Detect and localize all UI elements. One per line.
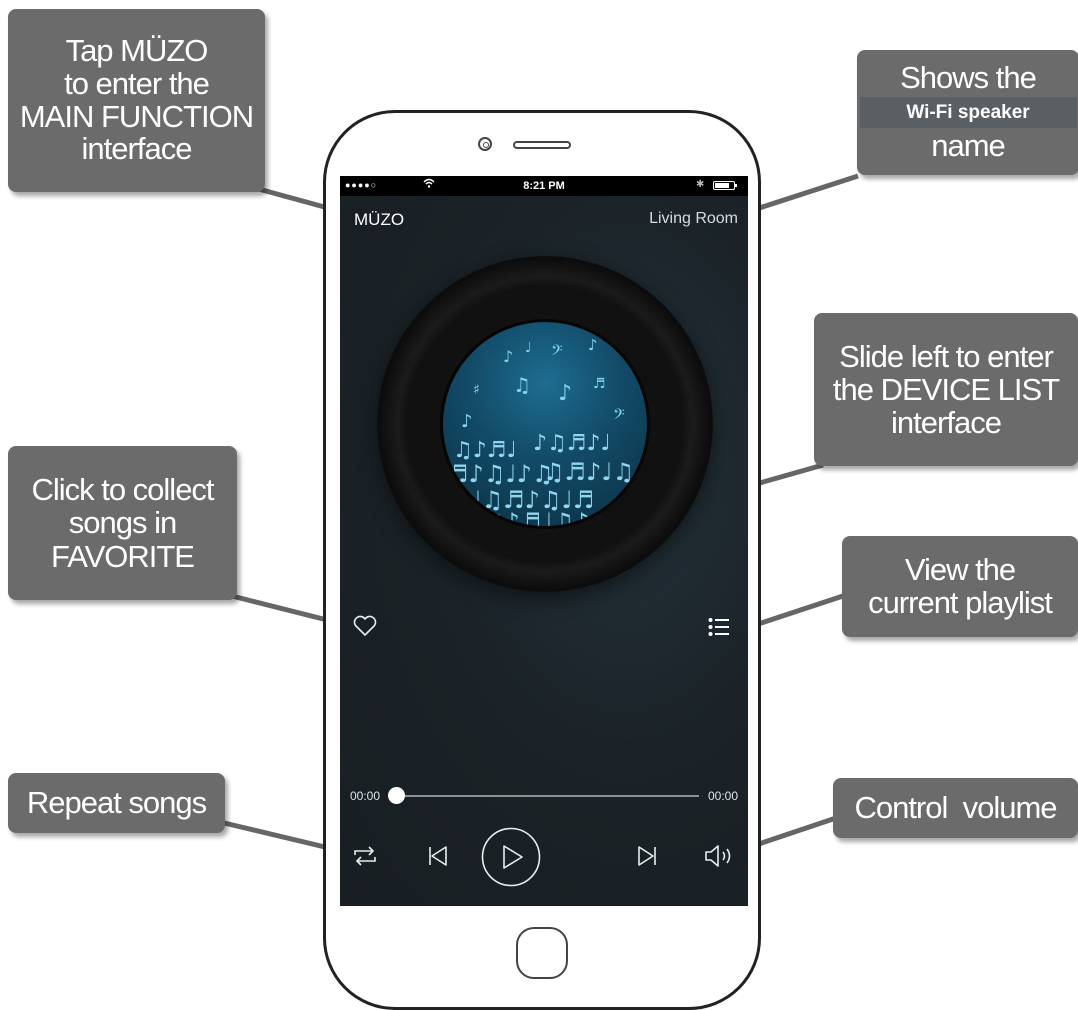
progress-slider[interactable] xyxy=(396,795,699,797)
svg-text:♪: ♪ xyxy=(503,347,513,366)
svg-text:♬: ♬ xyxy=(593,376,606,392)
repeat-icon[interactable] xyxy=(352,844,378,868)
elapsed-time: 00:00 xyxy=(350,789,381,803)
callout-line: Click to collect xyxy=(31,472,214,508)
muzo-menu-button[interactable]: MÜZO xyxy=(354,210,404,230)
album-art-music-notes: ♪ ♩ 𝄢 ♪ ♯ ♫ ♪ ♬ ♪ 𝄢 ♫♪♬♩ ♪♫♬♪♩ ♬♪♫♩♪♫ ♫♬… xyxy=(440,319,650,529)
status-time: 8:21 PM xyxy=(523,180,565,192)
svg-text:♪: ♪ xyxy=(558,381,572,406)
callout-highlight: Wi-Fi speaker xyxy=(859,96,1077,129)
svg-text:♫: ♫ xyxy=(513,373,531,397)
callout-line: to enter the xyxy=(64,65,210,101)
total-time: 00:00 xyxy=(707,789,738,803)
callout-volume: Control volume xyxy=(833,778,1078,838)
progress-thumb[interactable] xyxy=(388,787,405,804)
bluetooth-icon: ✱ xyxy=(696,179,705,190)
callout-line: current playlist xyxy=(868,584,1053,620)
vinyl-record-artwork[interactable]: ♪ ♩ 𝄢 ♪ ♯ ♫ ♪ ♬ ♪ 𝄢 ♫♪♬♩ ♪♫♬♪♩ ♬♪♫♩♪♫ ♫♬… xyxy=(377,256,713,592)
heart-icon[interactable] xyxy=(352,613,378,639)
callout-playlist: View the current playlist xyxy=(842,536,1078,637)
svg-text:♯: ♯ xyxy=(473,382,480,398)
callout-line: Control volume xyxy=(854,790,1057,825)
callout-repeat: Repeat songs xyxy=(8,773,225,833)
phone-screen: ●●●●○ 8:21 PM ✱ MÜZO Living Room ♪ ♩ 𝄢 ♪… xyxy=(340,176,748,906)
home-button[interactable] xyxy=(516,927,568,979)
callout-speaker-name: Shows the Wi-Fi speaker name xyxy=(857,50,1078,175)
earpiece xyxy=(513,141,571,149)
speaker-name-label[interactable]: Living Room xyxy=(649,210,738,228)
svg-text:𝄢: 𝄢 xyxy=(551,342,563,363)
callout-favorite: Click to collect songs in FAVORITE xyxy=(8,446,237,600)
callout-line: name xyxy=(931,128,1006,164)
callout-line: interface xyxy=(891,405,1002,441)
svg-text:𝄢: 𝄢 xyxy=(613,406,625,427)
svg-text:♫♬♪♩♫: ♫♬♪♩♫ xyxy=(543,458,634,486)
callout-line: MAIN FUNCTION xyxy=(19,98,254,134)
previous-icon[interactable] xyxy=(427,845,449,867)
callout-line: Shows the xyxy=(900,59,1037,95)
play-icon[interactable] xyxy=(481,827,541,887)
svg-text:♪♫♬♪♩: ♪♫♬♪♩ xyxy=(533,431,611,456)
callout-line: Repeat songs xyxy=(26,785,207,820)
callout-line: interface xyxy=(81,131,193,167)
callout-main-function: Tap MÜZO to enter the MAIN FUNCTION inte… xyxy=(8,9,265,192)
callout-line: FAVORITE xyxy=(50,538,195,574)
svg-text:♫♪♬♩♫♪: ♫♪♬♩♫♪ xyxy=(483,508,590,529)
camera-icon xyxy=(478,137,492,151)
svg-text:♩: ♩ xyxy=(525,340,532,356)
volume-icon[interactable] xyxy=(704,843,734,869)
callout-line: Slide left to enter xyxy=(839,338,1054,374)
callout-line: songs in xyxy=(68,505,177,541)
callout-line: the DEVICE LIST xyxy=(832,371,1060,407)
battery-icon xyxy=(713,181,737,190)
callout-line: View the xyxy=(904,551,1016,587)
next-icon[interactable] xyxy=(636,845,658,867)
svg-text:♪: ♪ xyxy=(588,336,598,354)
playlist-icon[interactable] xyxy=(708,617,730,637)
callout-line: Tap MÜZO xyxy=(65,33,209,69)
svg-text:♬♪♫♩♪♫: ♬♪♫♩♪♫ xyxy=(447,460,554,488)
status-bar: ●●●●○ 8:21 PM ✱ xyxy=(340,176,748,196)
svg-text:♪: ♪ xyxy=(461,411,473,432)
callout-device-list: Slide left to enter the DEVICE LIST inte… xyxy=(814,313,1078,466)
